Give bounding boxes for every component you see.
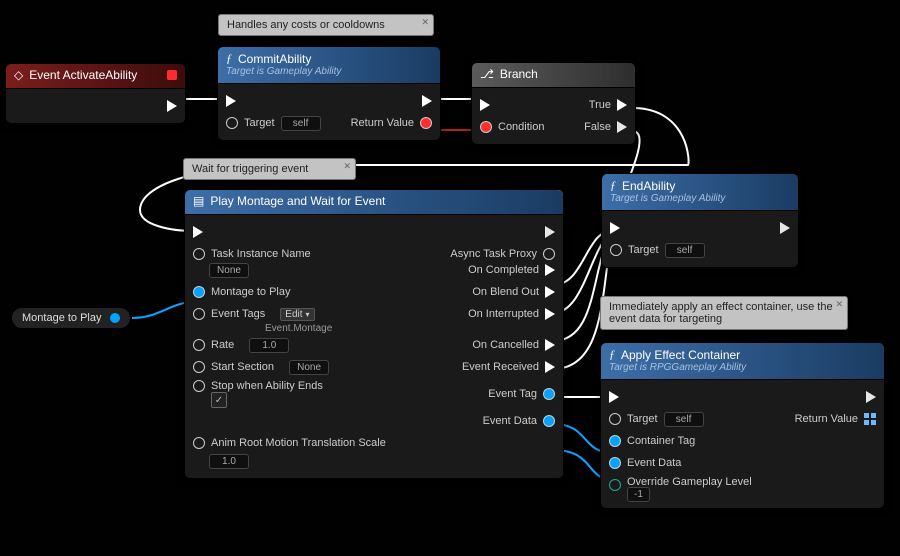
pin-event-tag-out[interactable]: Event Tag — [480, 386, 563, 402]
pin-target[interactable]: Targetself — [602, 241, 713, 260]
comment-text: Handles any costs or cooldowns — [227, 19, 385, 31]
start-section-value[interactable]: None — [289, 360, 329, 375]
comment-wait: Wait for triggering event ✕ — [183, 158, 356, 180]
pin-container-tag[interactable]: Container Tag — [601, 433, 703, 449]
pin-event-received[interactable]: Event Received — [454, 359, 563, 375]
node-play-montage[interactable]: 🕓 ▤Play Montage and Wait for Event Task … — [184, 189, 564, 479]
target-value[interactable]: self — [665, 243, 705, 258]
variable-label: Montage to Play — [22, 312, 102, 324]
pin-async-task-proxy[interactable]: Async Task Proxy — [442, 246, 563, 262]
event-tags-value: Event.Montage — [185, 323, 563, 334]
exec-in[interactable] — [472, 97, 498, 113]
target-value[interactable]: self — [664, 412, 704, 427]
pin-rate[interactable]: Rate 1.0 — [185, 336, 297, 355]
pin-event-data-out[interactable]: Event Data — [475, 413, 563, 429]
pin-event-tags[interactable]: Event Tags Edit — [185, 306, 323, 323]
pin-on-interrupted[interactable]: On Interrupted — [460, 306, 563, 322]
node-subtitle: Target is Gameplay Ability — [610, 193, 790, 204]
node-title: CommitAbility — [238, 52, 311, 66]
node-title: Event ActivateAbility — [29, 68, 137, 82]
task-name-value[interactable]: None — [209, 263, 249, 278]
node-branch[interactable]: ⎇ Branch True Condition False — [471, 62, 636, 145]
comment-apply: Immediately apply an effect container, u… — [600, 296, 848, 330]
pin-on-blend-out[interactable]: On Blend Out — [464, 284, 563, 300]
anim-scale-value[interactable]: 1.0 — [209, 454, 249, 469]
pin-false[interactable]: False — [576, 119, 635, 135]
comment-commit: Handles any costs or cooldowns ✕ — [218, 14, 434, 36]
function-icon: ƒ — [609, 347, 615, 362]
branch-icon: ⎇ — [480, 67, 494, 81]
struct-icon — [864, 413, 876, 425]
exec-in[interactable] — [602, 220, 628, 236]
pin-true[interactable]: True — [581, 97, 635, 113]
pin-montage-to-play[interactable]: Montage to Play — [185, 284, 299, 300]
exec-out[interactable] — [159, 98, 185, 114]
exec-out[interactable] — [537, 224, 563, 240]
stop-checkbox[interactable]: ✓ — [211, 392, 227, 408]
function-icon: ƒ — [226, 51, 232, 66]
override-value[interactable]: -1 — [627, 487, 650, 502]
event-tags-edit-button[interactable]: Edit — [280, 308, 314, 321]
node-title: EndAbility — [622, 179, 675, 193]
pin-return-value[interactable]: Return Value — [787, 411, 884, 427]
node-subtitle: Target is RPGGameplay Ability — [609, 362, 876, 373]
node-title: Apply Effect Container — [621, 348, 740, 362]
node-title: Branch — [500, 67, 538, 81]
exec-in[interactable] — [601, 389, 627, 405]
node-subtitle: Target is Gameplay Ability — [226, 66, 432, 77]
custom-event-icon — [167, 70, 177, 80]
pin-condition[interactable]: Condition — [472, 119, 552, 135]
rate-value[interactable]: 1.0 — [249, 338, 289, 353]
variable-output-pin[interactable] — [110, 313, 120, 323]
exec-out[interactable] — [858, 389, 884, 405]
pin-event-data[interactable]: Event Data — [601, 455, 689, 471]
node-event-activateability[interactable]: ◇ Event ActivateAbility — [5, 63, 186, 124]
pin-override-gameplay-level[interactable]: Override Gameplay Level-1 — [601, 474, 760, 502]
exec-in[interactable] — [218, 93, 244, 109]
close-icon[interactable]: ✕ — [343, 161, 351, 172]
pin-stop-when-ability-ends[interactable]: Stop when Ability Ends✓ — [185, 378, 331, 410]
pin-return-value[interactable]: Return Value — [343, 115, 440, 131]
pin-start-section[interactable]: Start Section None — [185, 358, 337, 377]
node-endability[interactable]: ƒ EndAbility Target is Gameplay Ability T… — [601, 173, 799, 268]
close-icon[interactable]: ✕ — [421, 17, 429, 28]
exec-in[interactable] — [185, 224, 211, 240]
event-icon: ◇ — [14, 68, 23, 82]
node-apply-effect-container[interactable]: ƒ Apply Effect Container Target is RPGGam… — [600, 342, 885, 509]
pin-on-cancelled[interactable]: On Cancelled — [464, 337, 563, 353]
node-commitability[interactable]: ƒ CommitAbility Target is Gameplay Abilit… — [217, 46, 441, 141]
comment-text: Immediately apply an effect container, u… — [609, 301, 833, 325]
variable-montage-to-play[interactable]: Montage to Play — [11, 307, 131, 329]
pin-target[interactable]: Targetself — [218, 114, 329, 133]
task-icon: ▤ — [193, 194, 204, 208]
function-icon: ƒ — [610, 178, 616, 193]
node-title: Play Montage and Wait for Event — [210, 194, 385, 208]
close-icon[interactable]: ✕ — [835, 299, 843, 310]
comment-text: Wait for triggering event — [192, 163, 308, 175]
pin-on-completed[interactable]: On Completed — [460, 262, 563, 278]
exec-out[interactable] — [414, 93, 440, 109]
exec-out[interactable] — [772, 220, 798, 236]
pin-anim-root-motion-scale[interactable]: Anim Root Motion Translation Scale — [185, 435, 394, 451]
target-value[interactable]: self — [281, 116, 321, 131]
pin-target[interactable]: Targetself — [601, 410, 712, 429]
